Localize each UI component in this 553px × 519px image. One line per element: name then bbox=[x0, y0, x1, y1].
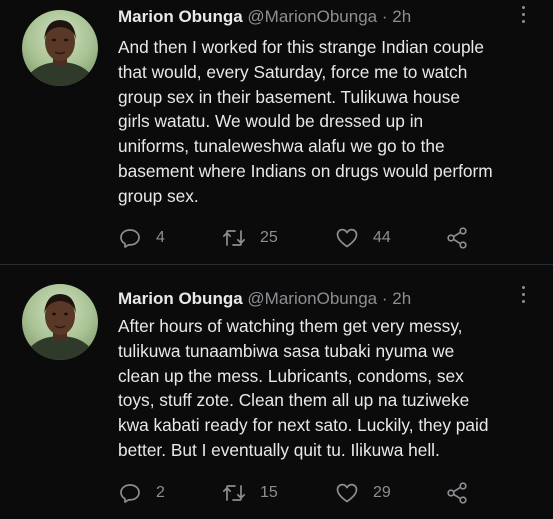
share-icon bbox=[447, 227, 467, 249]
like-count: 44 bbox=[373, 229, 391, 246]
tweet-text-line: toys, stuff zote. Clean them all up na t… bbox=[118, 390, 470, 411]
tweet-text-line: basement where Indians on drugs would pe… bbox=[118, 160, 493, 181]
more-icon[interactable] bbox=[521, 6, 527, 27]
separator-dot: · bbox=[381, 7, 388, 26]
timestamp[interactable]: 2h bbox=[392, 7, 411, 26]
share-button[interactable] bbox=[445, 225, 469, 251]
avatar-photo bbox=[22, 10, 98, 86]
tweet-thread: Marion Obunga @MarionObunga · 2h And the… bbox=[0, 0, 553, 519]
user-handle[interactable]: @MarionObunga bbox=[247, 7, 377, 26]
retweet-icon bbox=[222, 485, 246, 501]
heart-icon bbox=[336, 483, 358, 503]
retweet-button[interactable]: 25 bbox=[222, 225, 278, 251]
avatar-photo bbox=[22, 284, 98, 360]
tweet-text: And then I worked for this strange India… bbox=[118, 35, 543, 209]
reply-button[interactable]: 2 bbox=[118, 480, 165, 506]
more-icon[interactable] bbox=[521, 286, 527, 307]
user-handle[interactable]: @MarionObunga bbox=[247, 289, 377, 308]
tweet-text-line: After hours of watching them get very me… bbox=[118, 316, 463, 336]
tweet-text-line: tulikuwa tunaambiwa sasa tubaki nyuma we bbox=[118, 340, 455, 361]
tweet-text-line: girls watatu. We would be dressed up in bbox=[118, 111, 424, 132]
tweet-text-line: that would, every Saturday, force me to … bbox=[118, 61, 468, 82]
timestamp[interactable]: 2h bbox=[392, 289, 411, 308]
tweet-text-line: uniforms, tunaleweshwa alafu we go to th… bbox=[118, 136, 445, 157]
like-count: 29 bbox=[373, 484, 391, 501]
separator-dot: · bbox=[381, 289, 388, 308]
like-button[interactable]: 29 bbox=[335, 480, 391, 506]
retweet-count: 15 bbox=[260, 484, 278, 501]
tweet-header: Marion Obunga @MarionObunga · 2h bbox=[118, 288, 411, 310]
tweet-text-line: group sex in their basement. Tulikuwa ho… bbox=[118, 86, 460, 107]
tweet-text: After hours of watching them get very me… bbox=[118, 314, 543, 463]
share-button[interactable] bbox=[445, 480, 469, 506]
tweet-text-line: group sex. bbox=[118, 185, 199, 206]
reply-count: 4 bbox=[156, 229, 165, 246]
avatar[interactable] bbox=[22, 284, 98, 360]
share-icon bbox=[447, 482, 467, 504]
reply-icon bbox=[120, 484, 140, 503]
retweet-icon bbox=[222, 230, 246, 246]
tweet-text-line: better. But I eventually quit tu. Ilikuw… bbox=[118, 439, 440, 460]
tweet-text-line: kwa kabati ready for next sato. Luckily,… bbox=[118, 415, 489, 436]
reply-button[interactable]: 4 bbox=[118, 225, 165, 251]
retweet-count: 25 bbox=[260, 229, 278, 246]
reply-icon bbox=[120, 229, 140, 248]
display-name[interactable]: Marion Obunga bbox=[118, 7, 243, 26]
tweet[interactable]: Marion Obunga @MarionObunga · 2h After h… bbox=[0, 264, 553, 519]
display-name[interactable]: Marion Obunga bbox=[118, 289, 243, 308]
tweet-text-line: clean up the mess. Lubricants, condoms, … bbox=[118, 365, 464, 386]
like-button[interactable]: 44 bbox=[335, 225, 391, 251]
retweet-button[interactable]: 15 bbox=[222, 480, 278, 506]
tweet-text-line: And then I worked for this strange India… bbox=[118, 37, 485, 57]
tweet[interactable]: Marion Obunga @MarionObunga · 2h And the… bbox=[0, 0, 553, 264]
tweet-header: Marion Obunga @MarionObunga · 2h bbox=[118, 6, 411, 28]
avatar[interactable] bbox=[22, 10, 98, 86]
reply-count: 2 bbox=[156, 484, 165, 501]
heart-icon bbox=[336, 228, 358, 248]
